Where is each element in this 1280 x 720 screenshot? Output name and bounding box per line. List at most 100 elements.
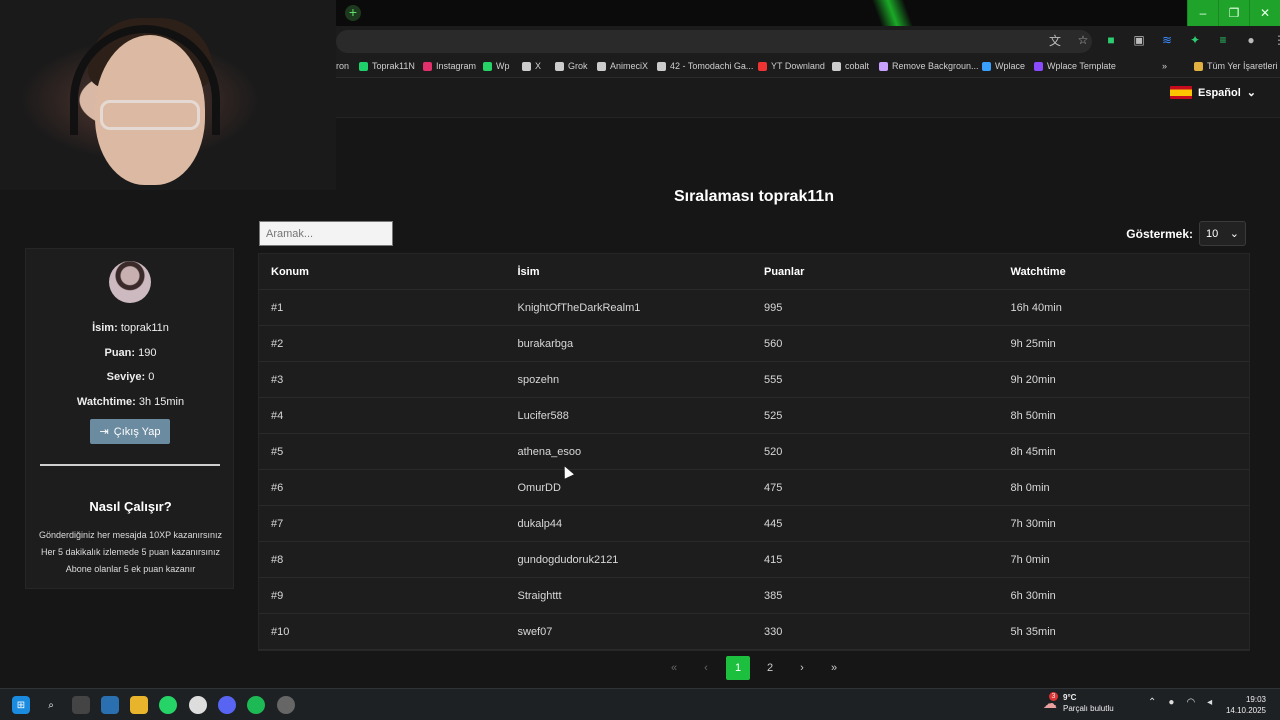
widgets-icon[interactable] <box>101 696 119 714</box>
cell-watchtime: 9h 20min <box>1010 373 1056 386</box>
discord-icon[interactable] <box>218 696 236 714</box>
prev-page-button[interactable]: ‹ <box>694 656 718 680</box>
page-1-button[interactable]: 1 <box>726 656 750 680</box>
file-explorer-icon[interactable] <box>130 696 148 714</box>
bookmark-item[interactable]: Toprak11N <box>359 61 415 71</box>
microphone-icon[interactable]: ● <box>1168 697 1174 708</box>
profile-level: Seviye: 0 <box>106 371 155 383</box>
menu-kebab-icon[interactable]: ⋮ <box>1272 33 1280 47</box>
window-controls: – ❐ ✕ <box>1187 0 1280 26</box>
sign-out-icon: ⇥ <box>99 426 109 438</box>
page-2-button[interactable]: 2 <box>758 656 782 680</box>
extension-puzzle-icon[interactable]: ✦ <box>1188 33 1202 47</box>
weather-widget[interactable]: 3 ☁ 9°C Parçalı bulutlu <box>1043 692 1114 714</box>
volume-icon[interactable]: ◂ <box>1207 697 1212 708</box>
cell-rank: #5 <box>271 445 284 458</box>
chevron-down-icon: ⌄ <box>1246 87 1256 99</box>
cell-watchtime: 7h 0min <box>1010 553 1050 566</box>
cell-points: 475 <box>764 481 783 494</box>
profile-watchtime: Watchtime: 3h 15min <box>76 396 185 408</box>
maximize-button[interactable]: ❐ <box>1218 0 1249 26</box>
logout-button[interactable]: ⇥ Çıkış Yap <box>90 419 170 444</box>
table-row: #7 dukalp44 445 7h 30min <box>259 506 1249 542</box>
page-size-select[interactable]: 10 ⌄ <box>1199 221 1246 246</box>
minimize-button[interactable]: – <box>1187 0 1218 26</box>
how-line-2: Her 5 dakikalık izlemede 5 puan kazanırs… <box>40 547 221 557</box>
cell-points: 995 <box>764 301 783 314</box>
table-row: #1 KnightOfTheDarkRealm1 995 16h 40min <box>259 290 1249 326</box>
bookmark-label: Toprak11N <box>372 61 415 71</box>
task-view-icon[interactable] <box>72 696 90 714</box>
reading-list-icon[interactable]: ≡ <box>1216 33 1230 47</box>
column-header-watchtime[interactable]: Watchtime <box>999 266 1250 278</box>
bookmark-favicon-icon <box>522 61 531 71</box>
bookmark-item[interactable]: ron <box>336 61 349 71</box>
bookmark-item[interactable]: Wplace Template <box>1034 61 1116 71</box>
cell-name: OmurDD <box>517 481 561 494</box>
bookmark-item[interactable]: 42 - Tomodachi Ga... <box>657 61 753 71</box>
extension-tv-icon[interactable]: ▣ <box>1132 33 1146 47</box>
table-body: #1 KnightOfTheDarkRealm1 995 16h 40min #2 bur… <box>259 290 1249 650</box>
profile-points: Puan: 190 <box>104 347 157 359</box>
bookmark-item[interactable]: X <box>522 61 541 71</box>
bookmark-star-icon[interactable]: ☆ <box>1076 33 1090 47</box>
extension-shield-icon[interactable]: ■ <box>1104 33 1118 47</box>
windows-start-icon[interactable]: ⊞ <box>12 696 30 714</box>
logout-label: Çıkış Yap <box>113 425 161 438</box>
column-header-points[interactable]: Puanlar <box>752 266 999 278</box>
bookmark-item[interactable]: Grok <box>555 61 588 71</box>
bookmark-favicon-icon <box>1194 61 1203 71</box>
bookmark-label: AnimeciX <box>610 61 649 71</box>
cell-rank: #3 <box>271 373 284 386</box>
search-icon[interactable]: ⌕ <box>42 696 60 714</box>
bookmark-label: ron <box>336 61 350 71</box>
spotify-icon[interactable] <box>247 696 265 714</box>
bookmark-item[interactable]: Instagram <box>423 61 476 71</box>
wifi-icon[interactable]: ◠ <box>1186 697 1195 708</box>
bookmark-label: » <box>1162 61 1168 71</box>
table-row: #10 swef07 330 5h 35min <box>259 614 1249 650</box>
extension-wave-icon[interactable]: ≋ <box>1160 33 1174 47</box>
bookmark-favicon-icon <box>597 61 606 71</box>
profile-avatar-icon[interactable]: ● <box>1244 33 1258 47</box>
search-input[interactable] <box>259 221 393 246</box>
next-page-button[interactable]: › <box>790 656 814 680</box>
table-row: #8 gundogdudoruk2121 415 7h 0min <box>259 542 1249 578</box>
whatsapp-icon[interactable] <box>159 696 177 714</box>
glasses-icon <box>100 100 200 130</box>
cell-name: spozehn <box>517 373 560 386</box>
close-button[interactable]: ✕ <box>1249 0 1280 26</box>
bookmark-item[interactable]: » <box>1162 61 1167 71</box>
address-bar[interactable] <box>336 30 1092 53</box>
cell-points: 525 <box>764 409 783 422</box>
cell-rank: #2 <box>271 337 284 350</box>
bookmark-item[interactable]: Wplace <box>982 61 1025 71</box>
cell-name: gundogdudoruk2121 <box>517 553 619 566</box>
translate-icon[interactable]: 文 <box>1048 33 1062 48</box>
bookmark-item[interactable]: Tüm Yer İşaretleri <box>1194 61 1278 71</box>
language-selector[interactable]: Español ⌄ <box>1169 86 1256 99</box>
bookmark-favicon-icon <box>832 61 841 71</box>
new-tab-button[interactable]: + <box>345 5 361 21</box>
last-page-button[interactable]: » <box>822 656 846 680</box>
bookmark-item[interactable]: AnimeciX <box>597 61 648 71</box>
cell-name: dukalp44 <box>517 517 563 530</box>
wallpaper-streak <box>870 0 920 26</box>
clock[interactable]: 19:03 14.10.2025 <box>1226 694 1266 716</box>
first-page-button[interactable]: « <box>662 656 686 680</box>
webcam-overlay <box>0 0 336 190</box>
bookmark-item[interactable]: cobalt <box>832 61 869 71</box>
cell-watchtime: 8h 45min <box>1010 445 1056 458</box>
cell-watchtime: 9h 25min <box>1010 337 1056 350</box>
cell-watchtime: 8h 0min <box>1010 481 1050 494</box>
chrome-icon[interactable] <box>189 696 207 714</box>
app-icon[interactable] <box>277 696 295 714</box>
bookmark-item[interactable]: YT Downland <box>758 61 825 71</box>
chevron-up-icon[interactable]: ⌃ <box>1148 697 1156 708</box>
column-header-name[interactable]: İsim <box>506 266 753 278</box>
bookmark-label: Instagram <box>436 61 477 71</box>
bookmark-item[interactable]: Wp <box>483 61 510 71</box>
column-header-rank[interactable]: Konum <box>259 266 506 278</box>
bookmark-item[interactable]: Remove Backgroun... <box>879 61 979 71</box>
toolbar-icons: 文 ☆ <box>1048 33 1090 48</box>
